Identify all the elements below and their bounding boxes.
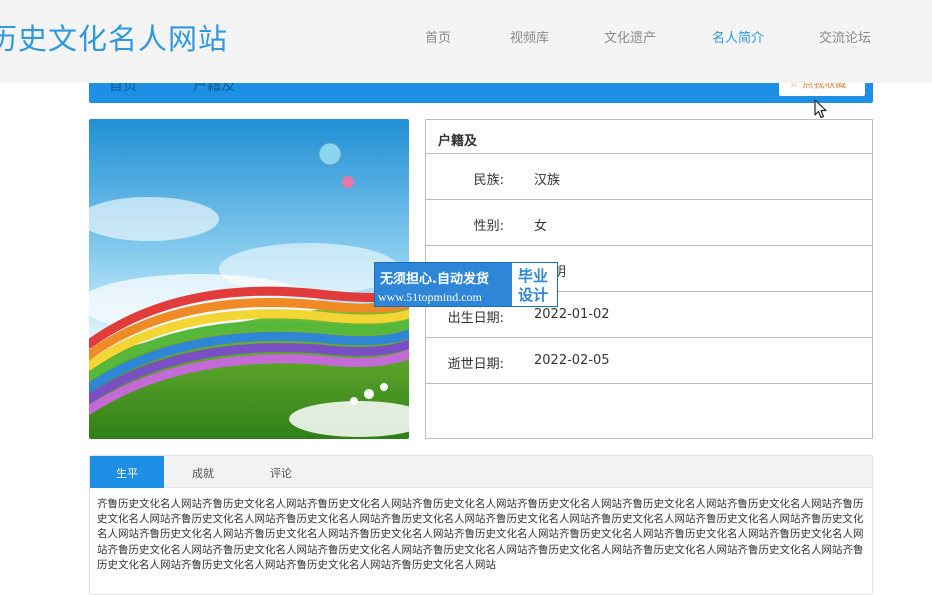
info-row-ethnicity: 民族: 汉族 bbox=[426, 154, 872, 200]
info-row-death-date: 逝世日期: 2022-02-05 bbox=[426, 338, 872, 384]
nav-item-video[interactable]: 视频库 bbox=[510, 27, 549, 46]
watermark-badge: 毕业 设计 bbox=[511, 263, 557, 306]
mouse-cursor-icon bbox=[814, 99, 827, 119]
death-date-label: 逝世日期: bbox=[447, 357, 504, 372]
site-header: 历史文化名人网站 首页 视频库 文化遗产 名人简介 交流论坛 bbox=[0, 0, 932, 83]
watermark-badge-bottom: 设计 bbox=[518, 286, 549, 304]
site-title[interactable]: 历史文化名人网站 bbox=[0, 16, 228, 58]
info-row-gender: 性别: 女 bbox=[426, 200, 872, 246]
ethnicity-label: 民族: bbox=[473, 173, 504, 188]
birth-date-value: 2022-01-02 bbox=[534, 307, 610, 322]
person-photo bbox=[89, 119, 409, 439]
watermark-badge-top: 毕业 bbox=[518, 267, 549, 285]
tab-biography[interactable]: 生平 bbox=[90, 456, 164, 488]
tab-strip: 生平 成就 评论 bbox=[90, 456, 872, 488]
watermark-url: www.51topmind.com bbox=[378, 290, 482, 304]
nav-item-celebrities[interactable]: 名人简介 bbox=[712, 27, 764, 46]
death-date-value: 2022-02-05 bbox=[534, 353, 610, 368]
watermark-stamp: 无须担心.自动发货 www.51topmind.com 毕业 设计 bbox=[374, 262, 558, 307]
tab-content: 齐鲁历史文化名人网站齐鲁历史文化名人网站齐鲁历史文化名人网站齐鲁历史文化名人网站… bbox=[97, 498, 864, 571]
nav-item-heritage[interactable]: 文化遗产 bbox=[604, 27, 656, 46]
nav-item-home[interactable]: 首页 bbox=[425, 27, 451, 46]
birth-date-label: 出生日期: bbox=[447, 311, 504, 326]
gender-label: 性别: bbox=[473, 219, 504, 234]
tab-comments[interactable]: 评论 bbox=[244, 456, 318, 488]
tab-achievements[interactable]: 成就 bbox=[166, 456, 240, 488]
ethnicity-value: 汉族 bbox=[534, 173, 561, 188]
nav-item-forum[interactable]: 交流论坛 bbox=[819, 27, 871, 46]
gender-value: 女 bbox=[534, 219, 548, 234]
person-name: 户籍及 bbox=[426, 120, 872, 154]
detail-tabs: 生平 成就 评论 齐鲁历史文化名人网站齐鲁历史文化名人网站齐鲁历史文化名人网站齐… bbox=[89, 455, 873, 595]
watermark-line1: 无须担心.自动发货 bbox=[380, 272, 489, 287]
